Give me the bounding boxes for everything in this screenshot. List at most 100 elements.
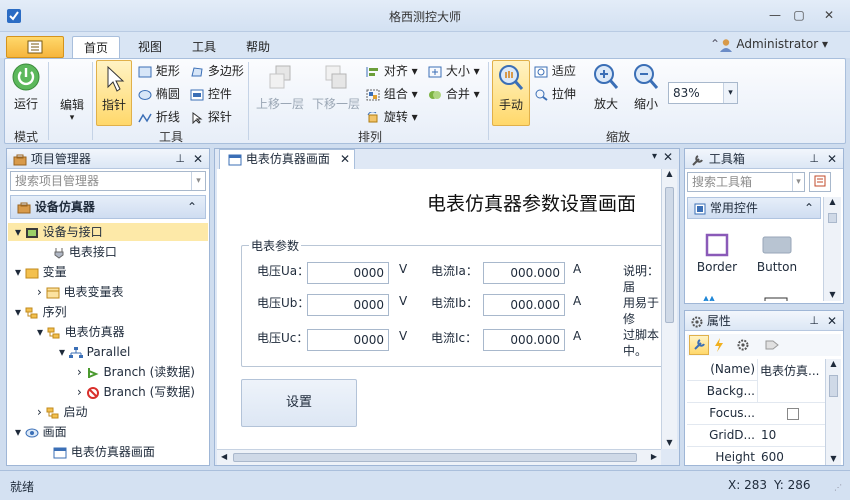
tree-item-meter-screen[interactable]: 电表仿真器画面	[53, 443, 155, 461]
probe-tool[interactable]: 探针	[190, 108, 232, 125]
close-icon[interactable]: ✕	[827, 311, 837, 331]
control-tool[interactable]: 控件	[190, 85, 232, 102]
property-value[interactable]: 10	[761, 428, 776, 442]
current-ia-input[interactable]: 000.000	[483, 262, 565, 284]
align-button[interactable]: 对齐 ▾	[366, 62, 418, 79]
merge-button[interactable]: 合并 ▾	[428, 85, 480, 102]
property-row[interactable]: Focus...	[687, 403, 825, 425]
zoom-out-button[interactable]: 缩小	[628, 62, 664, 112]
voltage-uc-input[interactable]: 0000	[307, 329, 389, 351]
toolbox-item-border[interactable]: Border	[695, 233, 739, 274]
horizontal-scrollbar[interactable]: ◀ ▶	[217, 449, 661, 465]
chevron-down-icon[interactable]: ▾	[792, 173, 804, 191]
collapse-icon[interactable]: ⌃	[187, 196, 197, 218]
voltage-ua-input[interactable]: 0000	[307, 262, 389, 284]
resize-grip-icon[interactable]: ⋰	[834, 483, 842, 492]
toolbox-search-input[interactable]: 搜索工具箱 ▾	[687, 172, 805, 192]
toolbox-view-button[interactable]	[809, 172, 831, 192]
document-tab[interactable]: 电表仿真器画面 ✕	[219, 149, 355, 169]
property-row[interactable]: Height 600	[687, 447, 825, 469]
minimize-button[interactable]: —	[764, 6, 786, 24]
note-line: 过脚本	[623, 328, 660, 342]
close-document-icon[interactable]: ✕	[663, 150, 673, 164]
stretch-button[interactable]: 拉伸	[534, 85, 576, 102]
tab-home[interactable]: 首页	[72, 36, 120, 59]
property-value[interactable]: 电表仿真...	[757, 359, 825, 381]
run-button[interactable]: 运行	[10, 62, 42, 112]
chevron-down-icon[interactable]: ▾	[723, 83, 737, 103]
pin-icon[interactable]: ⊥	[809, 149, 819, 169]
tree-item-meter-interface[interactable]: 电表接口	[53, 243, 117, 261]
tree-item-device-interface[interactable]: ▾ 设备与接口	[15, 223, 103, 241]
fit-button[interactable]: 适应	[534, 62, 576, 79]
toolbox-scroll-thumb[interactable]	[828, 213, 837, 223]
ellipse-tool[interactable]: 椭圆	[138, 85, 180, 102]
voltage-ub-input[interactable]: 0000	[307, 294, 389, 316]
tree-item-branch-write[interactable]: › Branch (写数据)	[77, 383, 195, 401]
vertical-scrollbar[interactable]: ▲ ▼	[661, 169, 677, 449]
properties-scroll-thumb[interactable]	[829, 375, 838, 397]
properties-scrollbar[interactable]: ▲ ▼	[825, 359, 841, 465]
close-button[interactable]: ✕	[818, 6, 840, 24]
property-grid: (Name) 电表仿真... Backg... Focus... GridD..…	[687, 359, 825, 465]
property-value[interactable]: 600	[761, 450, 784, 464]
tree-item-meter-variables[interactable]: › 电表变量表	[37, 283, 123, 301]
current-ib-input[interactable]: 000.000	[483, 294, 565, 316]
zoom-in-button[interactable]: 放大	[588, 62, 624, 112]
rotate-button[interactable]: 旋转 ▾	[366, 108, 418, 125]
bring-forward-button[interactable]: 上移一层	[254, 64, 306, 112]
collapse-icon[interactable]: ⌃	[804, 198, 814, 218]
tree-item-meter-simulator[interactable]: ▾ 电表仿真器	[37, 323, 125, 341]
tab-list-icon[interactable]: ▾	[652, 151, 657, 162]
vertical-scroll-thumb[interactable]	[665, 187, 674, 323]
tree-item-screens[interactable]: ▾ 画面	[15, 423, 67, 441]
tree-item-branch-read[interactable]: › Branch (读数据)	[77, 363, 195, 381]
rect-tool[interactable]: 矩形	[138, 62, 180, 79]
design-canvas[interactable]: 电表仿真器参数设置画面 电表参数 电压Ua： 0000 V 电流Ia： 000.…	[217, 169, 661, 449]
pin-icon[interactable]: ⊥	[809, 311, 819, 331]
tree-item-startup[interactable]: › 启动	[37, 403, 87, 421]
toolbox-category-header[interactable]: 常用控件 ⌃	[687, 197, 821, 219]
horizontal-scroll-thumb[interactable]	[233, 453, 637, 462]
property-row[interactable]: (Name) 电表仿真...	[687, 359, 825, 381]
toolbox-scrollbar[interactable]: ▲ ▼	[823, 197, 841, 301]
toolbox-item-button[interactable]: Button	[755, 233, 799, 274]
tag-tab-button[interactable]	[765, 337, 779, 351]
chevron-down-icon[interactable]: ▾	[191, 172, 205, 190]
tab-view[interactable]: 视图	[128, 36, 172, 58]
pin-icon[interactable]: ⊥	[175, 149, 185, 169]
close-icon[interactable]: ✕	[193, 149, 203, 169]
close-tab-icon[interactable]: ✕	[340, 150, 350, 169]
tab-tools[interactable]: 工具	[182, 36, 226, 58]
polygon-tool[interactable]: 多边形	[190, 62, 244, 79]
group-button[interactable]: 组合 ▾	[366, 85, 418, 102]
file-menu-button[interactable]	[6, 36, 64, 58]
send-backward-button[interactable]: 下移一层	[310, 64, 362, 112]
size-button[interactable]: 大小 ▾	[428, 62, 480, 79]
project-root-header[interactable]: 设备仿真器 ⌃	[10, 195, 206, 219]
tab-help[interactable]: 帮助	[236, 36, 280, 58]
events-tab-button[interactable]	[713, 337, 725, 352]
polyline-tool[interactable]: 折线	[138, 108, 180, 125]
edit-button[interactable]: 编辑 ▾	[56, 96, 88, 123]
property-row[interactable]: Backg...	[687, 381, 825, 403]
set-button[interactable]: 设置	[241, 379, 357, 427]
hand-button[interactable]: 手动	[492, 60, 530, 126]
tree-item-sequence[interactable]: ▾ 序列	[15, 303, 67, 321]
user-menu[interactable]: Administrator ▾	[719, 37, 828, 52]
group-label-mode: 模式	[13, 130, 38, 144]
tree-item-variables[interactable]: ▾ 变量	[15, 263, 67, 281]
property-value[interactable]	[757, 381, 825, 403]
current-ic-input[interactable]: 000.000	[483, 329, 565, 351]
settings-tab-button[interactable]	[737, 337, 749, 351]
property-row[interactable]: GridD... 10	[687, 425, 825, 447]
close-icon[interactable]: ✕	[827, 149, 837, 169]
pointer-button[interactable]: 指针	[96, 60, 132, 126]
properties-tab-button[interactable]	[689, 335, 709, 355]
zoom-combo[interactable]: 83% ▾	[668, 82, 738, 104]
tree-item-parallel[interactable]: ▾ Parallel	[59, 343, 130, 361]
project-search-input[interactable]: 搜索项目管理器 ▾	[10, 171, 206, 191]
maximize-button[interactable]: ▢	[788, 6, 810, 24]
current-unit: A	[573, 329, 582, 343]
focus-checkbox[interactable]	[787, 408, 799, 420]
